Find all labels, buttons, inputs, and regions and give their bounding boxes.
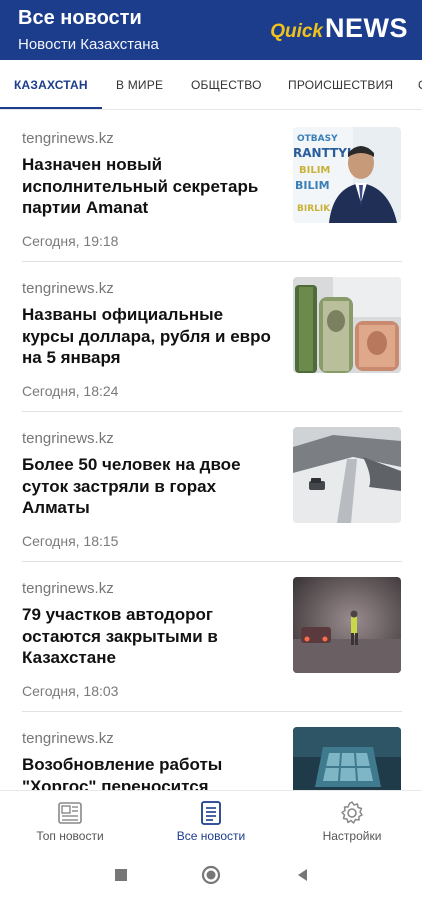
news-time: Сегодня, 18:03 [22,683,119,699]
tab-kazakhstan[interactable]: КАЗАХСТАН [14,60,88,109]
news-thumbnail[interactable] [293,277,401,373]
svg-text:BIRLIK: BIRLIK [297,204,331,214]
nav-top-news[interactable]: Топ новости [0,791,140,851]
nav-label: Все новости [176,829,246,843]
nav-settings[interactable]: Настройки [282,791,422,851]
active-tab-indicator [0,107,102,109]
news-thumbnail[interactable] [293,727,401,790]
news-source: tengrinews.kz [22,730,114,747]
news-headline[interactable]: Назначен новый исполнительный секретарь … [22,154,277,219]
system-navigation-bar [0,850,422,900]
category-tabs: КАЗАХСТАН В МИРЕ ОБЩЕСТВО ПРОИСШЕСТВИЯ О [0,60,422,110]
news-feed[interactable]: tengrinews.kz Назначен новый исполнитель… [0,112,422,790]
page-subtitle: Новости Казахстана [18,36,159,53]
svg-text:BILIM: BILIM [299,165,330,176]
back-icon[interactable] [292,864,314,886]
page-title: Все новости [18,7,142,29]
document-icon [197,799,225,827]
news-thumbnail[interactable]: OTBASY RANTTYL BILIM BILIM BIRLIK [293,127,401,223]
news-headline[interactable]: Возобновление работы "Хоргос" переноситс… [22,754,277,790]
news-source: tengrinews.kz [22,430,114,447]
app-header: Все новости Новости Казахстана QuickNEWS [0,0,422,60]
news-headline[interactable]: Названы официальные курсы доллара, рубля… [22,304,277,369]
news-time: Сегодня, 19:18 [22,233,119,249]
tab-society[interactable]: ОБЩЕСТВО [191,60,262,109]
tab-world[interactable]: В МИРЕ [116,60,163,109]
tab-next-partial[interactable]: О [418,60,422,109]
logo-quick-text: Quick [270,21,323,42]
news-item[interactable]: tengrinews.kz Назначен новый исполнитель… [0,112,422,262]
bottom-navigation: Топ новости Все новости Настройки [0,790,422,850]
news-item[interactable]: tengrinews.kz 79 участков автодорог оста… [0,562,422,712]
news-item[interactable]: tengrinews.kz Возобновление работы "Хорг… [0,712,422,790]
svg-text:OTBASY: OTBASY [297,134,338,144]
gear-icon [338,799,366,827]
home-icon[interactable] [200,864,222,886]
svg-text:BILIM: BILIM [295,179,330,192]
recent-apps-icon[interactable] [110,864,132,886]
nav-label: Настройки [322,829,382,843]
news-headline[interactable]: Более 50 человек на двое суток застряли … [22,454,277,519]
logo-news-text: NEWS [325,13,408,43]
quick-news-logo: QuickNEWS [270,13,408,45]
news-source: tengrinews.kz [22,130,114,147]
news-source: tengrinews.kz [22,580,114,597]
news-source: tengrinews.kz [22,280,114,297]
news-headline[interactable]: 79 участков автодорог остаются закрытыми… [22,604,277,669]
news-time: Сегодня, 18:24 [22,383,119,399]
nav-all-news[interactable]: Все новости [141,791,281,851]
svg-text:RANTTYL: RANTTYL [293,146,355,160]
news-thumbnail[interactable] [293,577,401,673]
news-item[interactable]: tengrinews.kz Более 50 человек на двое с… [0,412,422,562]
news-thumbnail[interactable] [293,427,401,523]
nav-label: Топ новости [36,829,104,843]
news-time: Сегодня, 18:15 [22,533,119,549]
tab-incidents[interactable]: ПРОИСШЕСТВИЯ [288,60,393,109]
newspaper-icon [56,799,84,827]
news-item[interactable]: tengrinews.kz Названы официальные курсы … [0,262,422,412]
